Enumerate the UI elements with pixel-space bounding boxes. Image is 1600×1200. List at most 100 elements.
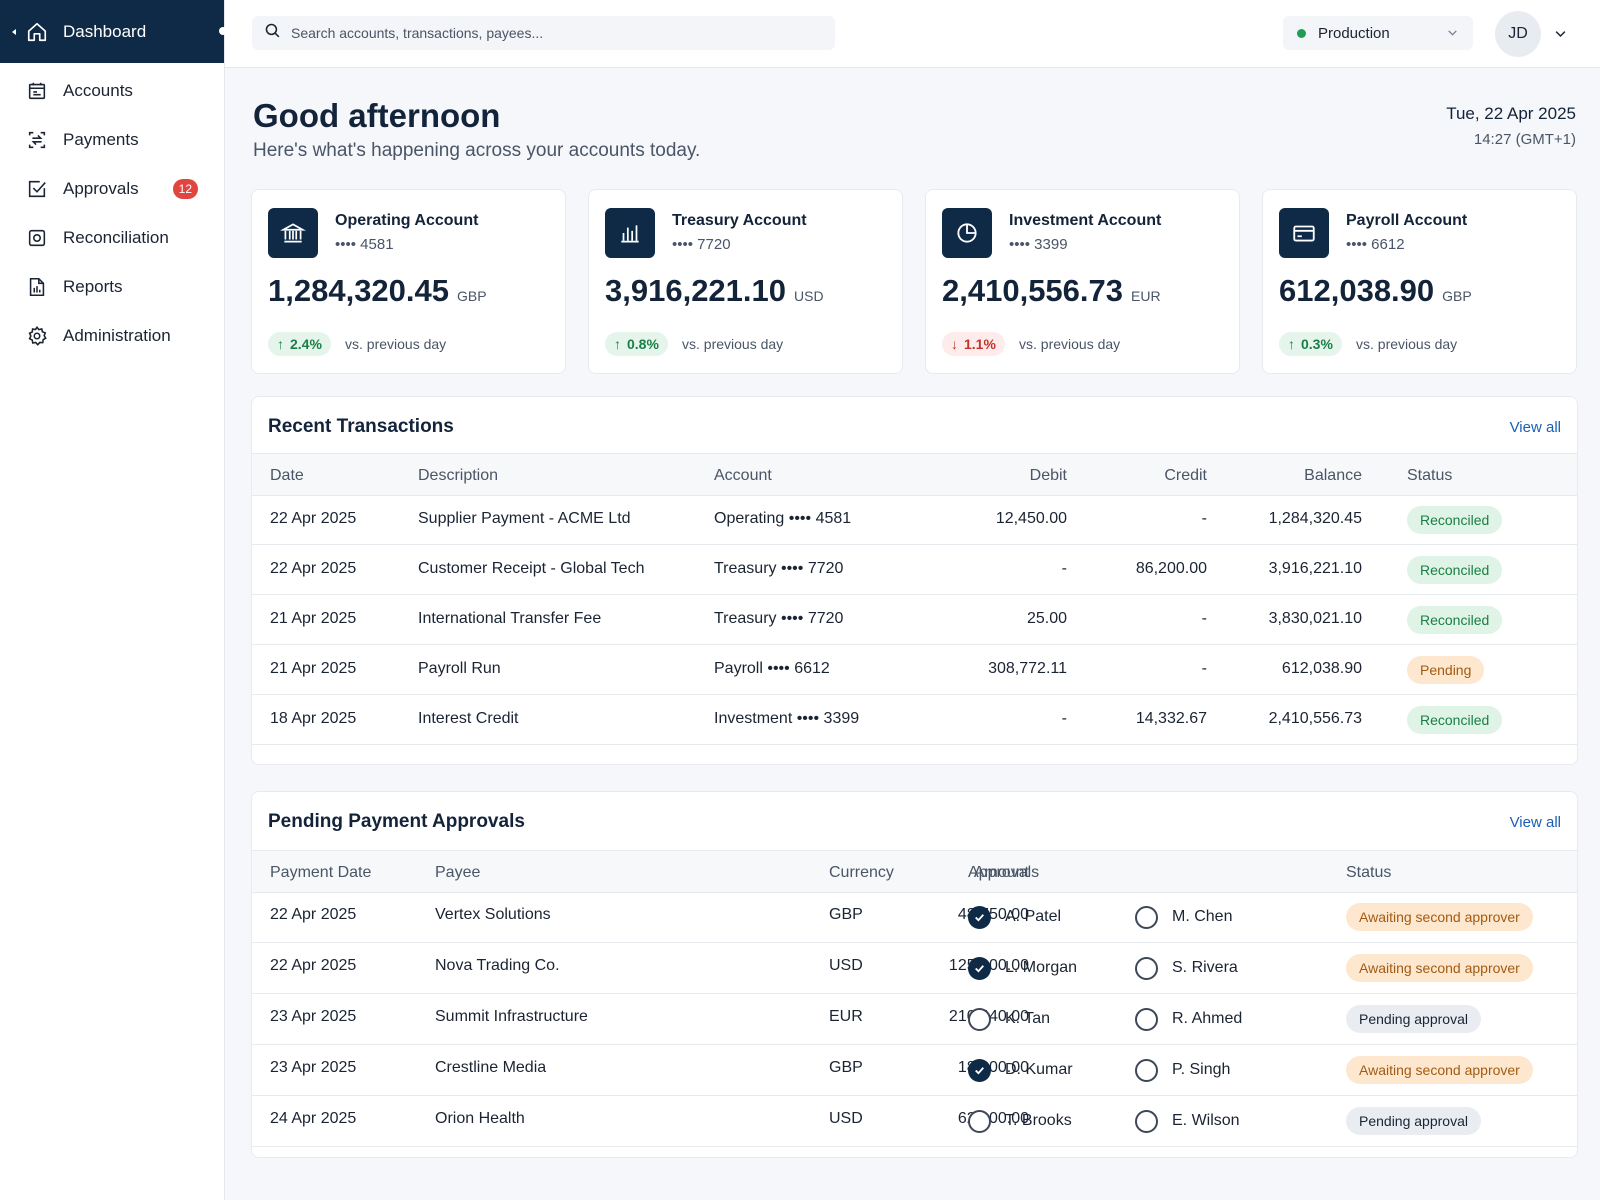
arrow-up-icon: ↑ (614, 336, 621, 352)
table-row[interactable]: 23 Apr 2025 Crestline Media 18,300.00 GBP D.… (252, 1045, 1577, 1096)
change-value: 2.4% (290, 336, 322, 352)
column-header[interactable]: Date (270, 467, 304, 485)
balance-value: 2,410,556.73 (942, 273, 1124, 308)
status-badge: Pending (1407, 656, 1485, 684)
approver-name: S. Rivera (1172, 959, 1238, 976)
status-badge: Reconciled (1407, 706, 1503, 734)
cell-balance: 1,284,320.45 (1268, 510, 1362, 527)
column-header[interactable]: Balance (1304, 467, 1362, 485)
approval-pending-circle-icon[interactable] (1135, 1110, 1158, 1133)
account-card-investment[interactable]: Investment Account •••• 3399 2,410,556.7… (925, 189, 1240, 374)
account-name: Operating Account (335, 212, 479, 229)
approval-pending-circle-icon[interactable] (1135, 906, 1158, 929)
approved-check-icon[interactable] (968, 957, 991, 980)
cell-description: Interest Credit (418, 710, 519, 727)
approvals-count-badge: 12 (172, 178, 198, 199)
approver-name: D. Kumar (1005, 1061, 1073, 1078)
column-header[interactable]: Debit (1030, 467, 1067, 485)
current-time: 14:27 (GMT+1) (1473, 131, 1576, 148)
approved-check-icon[interactable] (968, 906, 991, 929)
cell-balance: 3,830,021.10 (1268, 610, 1362, 627)
account-card-operating[interactable]: Operating Account •••• 4581 1,284,320.45… (251, 189, 566, 374)
account-number: •••• 7720 (672, 236, 731, 253)
sidebar-item-label: Reconciliation (63, 227, 169, 247)
sidebar-item-label: Dashboard (63, 21, 147, 41)
approval-pending-circle-icon[interactable] (968, 1110, 991, 1133)
view-all-transactions-link[interactable]: View all (1510, 419, 1561, 436)
cell-currency: GBP (829, 1059, 863, 1076)
table-row[interactable]: 24 Apr 2025 Orion Health 62,900.00 USD T. Br… (252, 1096, 1577, 1147)
table-row[interactable]: 21 Apr 2025 International Transfer Fee Tre… (252, 595, 1577, 645)
cell-debit: - (1061, 710, 1067, 727)
sidebar-item-reports[interactable]: Reports (0, 262, 224, 311)
change-label: vs. previous day (682, 336, 784, 352)
column-header[interactable]: Credit (1164, 467, 1207, 485)
table-row[interactable]: 22 Apr 2025 Supplier Payment - ACME Ltd Op… (252, 495, 1577, 545)
arrow-up-icon: ↑ (277, 336, 284, 352)
sidebar-item-reconciliation[interactable]: Reconciliation (0, 213, 224, 262)
account-card-payroll[interactable]: Payroll Account •••• 6612 612,038.90 GBP … (1262, 189, 1577, 374)
column-header[interactable]: Payee (435, 864, 480, 882)
column-header[interactable]: Status (1407, 467, 1452, 485)
search-input[interactable] (291, 25, 811, 41)
current-date: Tue, 22 Apr 2025 (1446, 104, 1576, 123)
cell-payee: Orion Health (435, 1110, 525, 1127)
approval-pending-circle-icon[interactable] (968, 1008, 991, 1031)
cell-credit: - (1201, 610, 1207, 627)
chevron-down-icon (1446, 26, 1459, 43)
approver-name: T. Brooks (1005, 1112, 1072, 1129)
arrow-up-icon: ↑ (1288, 336, 1295, 352)
account-number: •••• 3399 (1009, 236, 1068, 253)
column-header[interactable]: Currency (829, 864, 894, 882)
table-row[interactable]: 23 Apr 2025Summit Infrastructure210,440.… (252, 994, 1577, 1045)
change-value: 0.3% (1301, 336, 1333, 352)
table-row[interactable]: 22 Apr 2025 Vertex Solutions 48,750.00 GBP A… (252, 892, 1577, 943)
column-header[interactable]: Approvals (968, 864, 1039, 882)
table-row[interactable]: 22 Apr 2025Nova Trading Co.125,000.00USD… (252, 943, 1577, 994)
status-badge: Reconciled (1407, 506, 1503, 534)
table-row[interactable]: 22 Apr 2025 Customer Receipt - Global Tec… (252, 545, 1577, 595)
sidebar-item-label: Administration (63, 325, 171, 345)
change-label: vs. previous day (1356, 336, 1458, 352)
account-number: •••• 6612 (1346, 236, 1405, 253)
active-indicator-left (12, 29, 16, 35)
check-square-icon (25, 177, 49, 201)
approval-pending-circle-icon[interactable] (1135, 1008, 1158, 1031)
status-badge: Awaiting second approver (1346, 903, 1533, 931)
column-header[interactable]: Status (1346, 864, 1391, 882)
cell-payment-date: 23 Apr 2025 (270, 1059, 357, 1076)
user-menu-chevron-icon[interactable] (1553, 26, 1568, 46)
sidebar: Dashboard Accounts Payments Approvals 12… (0, 0, 227, 1200)
balance-currency: EUR (1131, 288, 1161, 304)
balance-value: 3,916,221.10 (605, 273, 787, 308)
sidebar-item-accounts[interactable]: Accounts (0, 66, 224, 115)
home-icon (25, 20, 49, 44)
cell-date: 22 Apr 2025 (270, 560, 357, 577)
approved-check-icon[interactable] (968, 1059, 991, 1082)
view-all-approvals-link[interactable]: View all (1510, 814, 1561, 831)
column-header[interactable]: Account (714, 467, 772, 485)
table-header: Payment Date Payee Amount Currency Appro… (252, 850, 1577, 893)
bar-chart-icon (605, 208, 655, 258)
sidebar-item-dashboard[interactable]: Dashboard (0, 0, 227, 63)
cell-credit: - (1201, 510, 1207, 527)
user-avatar[interactable]: JD (1495, 11, 1541, 57)
column-header[interactable]: Description (418, 467, 498, 485)
environment-selector[interactable]: Production (1283, 16, 1473, 50)
status-badge: Pending approval (1346, 1107, 1481, 1135)
approval-pending-circle-icon[interactable] (1135, 1059, 1158, 1082)
approval-pending-circle-icon[interactable] (1135, 957, 1158, 980)
change-badge: ↑ 0.3% (1279, 332, 1342, 356)
change-label: vs. previous day (345, 336, 447, 352)
panel-title: Pending Payment Approvals (268, 811, 525, 832)
cell-account: Operating •••• 4581 (714, 510, 852, 527)
sidebar-item-administration[interactable]: Administration (0, 311, 224, 360)
table-row[interactable]: 21 Apr 2025 Payroll Run Payroll •••• 6612 3… (252, 645, 1577, 695)
column-header[interactable]: Payment Date (270, 864, 371, 882)
sidebar-item-approvals[interactable]: Approvals 12 (0, 164, 224, 213)
sidebar-item-payments[interactable]: Payments (0, 115, 224, 164)
balance-value: 1,284,320.45 (268, 273, 450, 308)
search-bar[interactable] (252, 16, 835, 50)
table-row[interactable]: 18 Apr 2025 Interest Credit Investment •••… (252, 695, 1577, 745)
account-card-treasury[interactable]: Treasury Account •••• 7720 3,916,221.10 U… (588, 189, 903, 374)
